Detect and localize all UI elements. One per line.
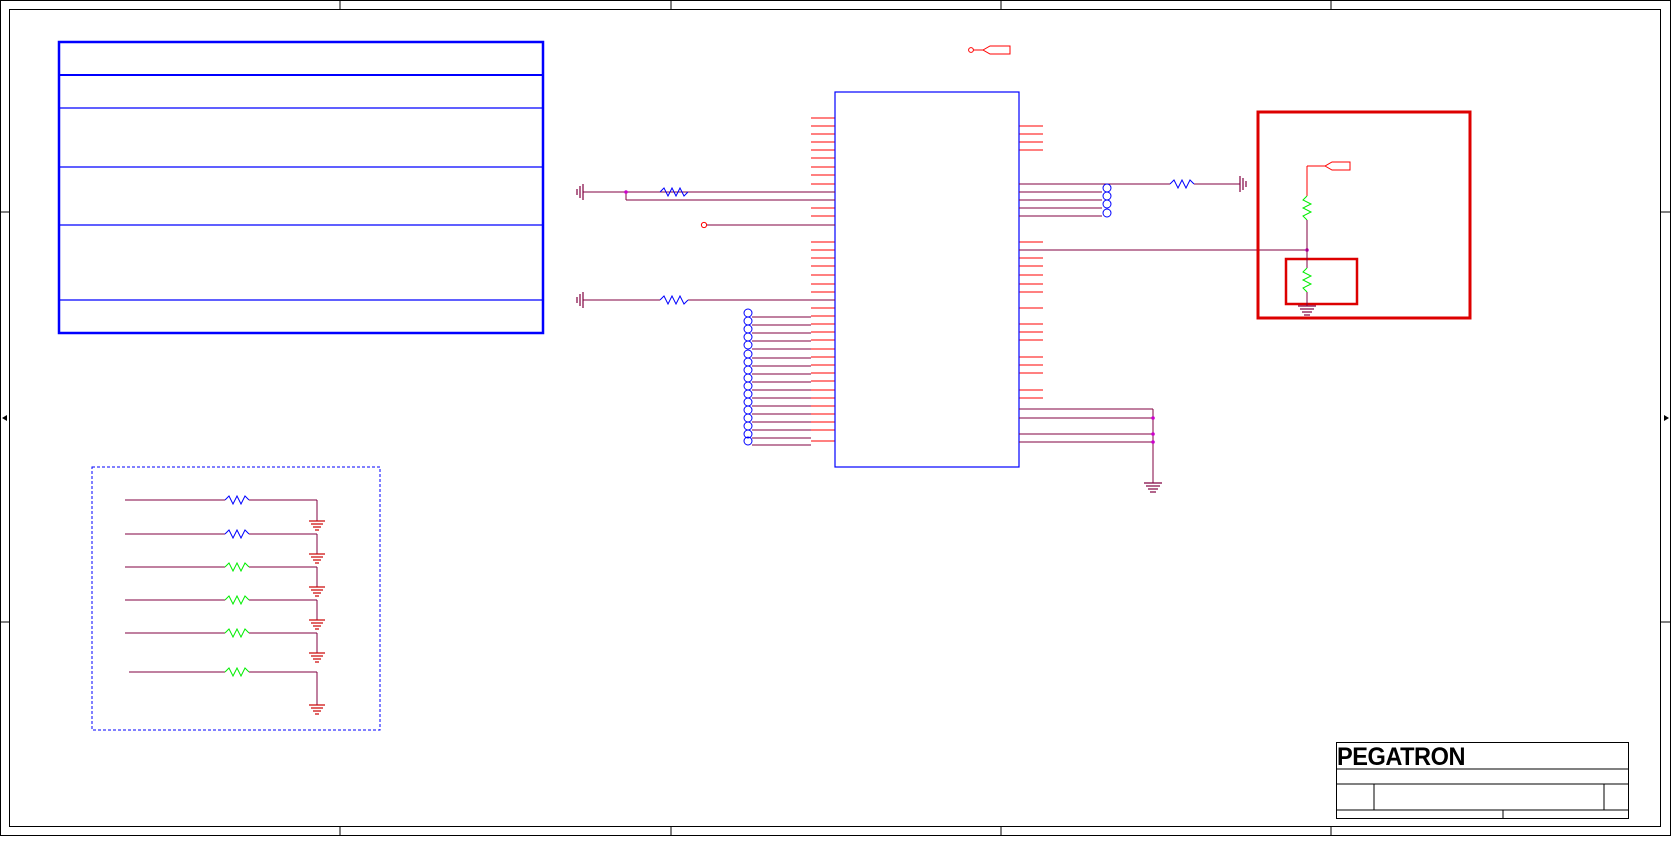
- junction-dot: [624, 190, 628, 194]
- group-row: [125, 594, 325, 630]
- test-point-icon: [743, 316, 753, 326]
- right-side-nets: [1019, 183, 1307, 483]
- test-point-icon: [1102, 208, 1112, 218]
- ground-symbol-icon: [1298, 305, 1316, 316]
- test-point-icon: [743, 381, 753, 391]
- resistor-icon: [224, 494, 250, 506]
- group-row: [125, 561, 325, 597]
- pegatron-logo: PEGATRON: [1337, 743, 1465, 771]
- right-test-points: [1102, 183, 1112, 218]
- group-row: [125, 528, 325, 564]
- group-row: [129, 666, 325, 715]
- test-point-icon: [743, 389, 753, 399]
- test-point-icon: [743, 357, 753, 367]
- schematic-sheet: PEGATRON: [0, 0, 1671, 836]
- resistor-icon: [659, 294, 689, 306]
- ground-symbol-icon: [1144, 482, 1162, 493]
- resistor-icon: [1169, 178, 1195, 190]
- test-point-icon: [743, 340, 753, 350]
- ground-symbol-icon: [309, 520, 325, 531]
- test-point-icon: [743, 365, 753, 375]
- test-point-icon: [743, 421, 753, 431]
- test-point-icon: [1102, 191, 1112, 201]
- offpage-connector-icon: [968, 45, 1011, 55]
- resistor-icon: [224, 666, 250, 678]
- ground-symbol-icon: [309, 586, 325, 597]
- group-row: [125, 494, 325, 531]
- resistor-icon: [224, 627, 250, 639]
- ground-symbol-icon: [309, 553, 325, 564]
- test-point-icon: [743, 397, 753, 407]
- test-point-icon: [1102, 199, 1112, 209]
- ground-symbol-icon: [576, 292, 584, 308]
- test-point-icon: [1102, 183, 1112, 193]
- zone-arrow-left-icon: [2, 415, 7, 421]
- ground-symbol-icon: [576, 184, 584, 200]
- test-point-icon: [743, 349, 753, 359]
- main-ic: [811, 91, 1043, 468]
- test-point-icon: [700, 221, 708, 229]
- ic-right-pins: [1019, 125, 1043, 443]
- ic-body: [834, 91, 1020, 468]
- notes-table: [57, 40, 545, 335]
- test-point-icon: [743, 324, 753, 334]
- ground-symbol-icon: [309, 704, 325, 715]
- test-point-icon: [743, 308, 753, 318]
- resistor-icon: [224, 594, 250, 606]
- ground-symbol-icon: [309, 652, 325, 663]
- left-bus-test-points: [743, 308, 811, 446]
- resistor-icon: [224, 528, 250, 540]
- ic-left-pins: [811, 117, 835, 442]
- test-point-icon: [743, 413, 753, 423]
- test-point-icon: [743, 405, 753, 415]
- left-side-nets: [583, 190, 835, 301]
- resistor-icon: [224, 561, 250, 573]
- zone-arrow-right-icon: [1664, 415, 1669, 421]
- test-point-icon: [743, 373, 753, 383]
- group-row: [125, 627, 325, 663]
- test-point-icon: [743, 332, 753, 342]
- resistor-group-rows: [125, 494, 325, 715]
- ground-symbol-icon: [1239, 176, 1247, 192]
- highlight-box: [1256, 110, 1472, 320]
- ground-symbol-icon: [309, 619, 325, 630]
